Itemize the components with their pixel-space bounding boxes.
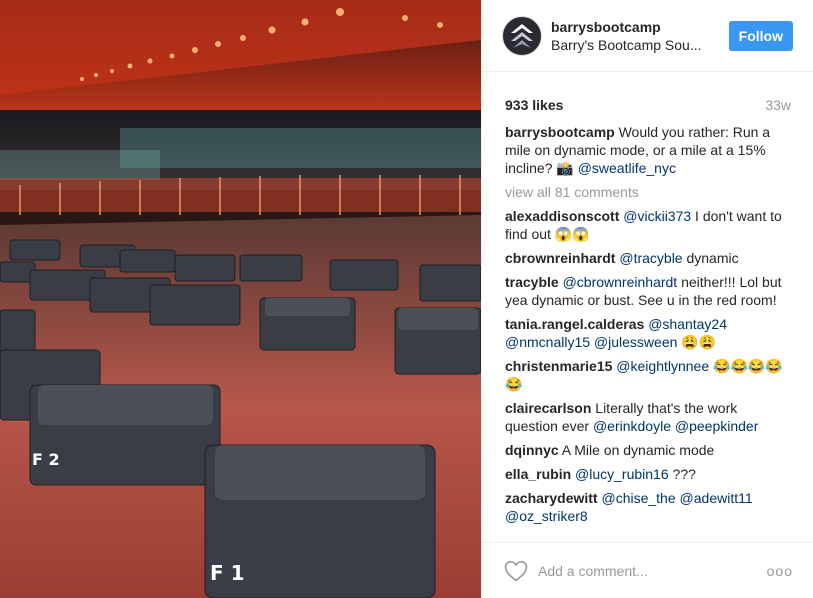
comment-username[interactable]: tracyble [505, 274, 559, 290]
comment-mention[interactable]: @shantay24 [648, 316, 727, 332]
comment-mention[interactable]: @vickii373 [623, 208, 691, 224]
comment-text: dynamic [682, 250, 739, 266]
comment-text: ??? [668, 466, 696, 482]
comment-item: zacharydewitt @chise_the @adewitt11 @oz_… [505, 489, 791, 525]
post-stats: 933 likes 33w [482, 97, 813, 113]
comment-item: cbrownreinhardt @tracyble dynamic [505, 249, 791, 267]
comment-username[interactable]: alexaddisonscott [505, 208, 619, 224]
comment-text: A Mile on dynamic mode [561, 442, 715, 458]
comment-username[interactable]: dqinnyc [505, 442, 559, 458]
header-location[interactable]: Barry's Bootcamp Sou... [551, 37, 729, 53]
comment-item: dqinnyc A Mile on dynamic mode [505, 441, 791, 459]
comment-item: tania.rangel.calderas @shantay24 @nmcnal… [505, 315, 791, 351]
comment-mention[interactable]: @oz_striker8 [505, 508, 588, 524]
step-label-f1: F 1 [210, 561, 245, 585]
comment-item: ella_rubin @lucy_rubin16 ??? [505, 465, 791, 483]
caption-tag[interactable]: @sweatlife_nyc [578, 160, 676, 176]
gym-photo-illustration: F 2 F 1 [0, 0, 481, 598]
comment-mention[interactable]: @lucy_rubin16 [575, 466, 669, 482]
post-sidebar: barrysbootcamp Barry's Bootcamp Sou... F… [481, 0, 813, 598]
comment-mention[interactable]: @adewitt11 [680, 490, 753, 506]
post-header: barrysbootcamp Barry's Bootcamp Sou... F… [482, 0, 813, 72]
comment-container: alexaddisonscott @vickii373 I don't want… [505, 207, 791, 525]
follow-button[interactable]: Follow [728, 20, 793, 51]
likes-count[interactable]: 933 likes [505, 97, 563, 113]
comment-item: christenmarie15 @keightlynnee 😂😂😂😂😂 [505, 357, 791, 393]
comment-mention[interactable]: @chise_the [601, 490, 675, 506]
comment-text: 😩😩 [677, 334, 717, 350]
step-label-f2: F 2 [32, 450, 60, 469]
barrys-logo-icon [511, 23, 533, 48]
comment-mention[interactable]: @tracyble [619, 250, 682, 266]
caption: barrysbootcamp Would you rather: Run a m… [505, 123, 791, 177]
comment-item: tracyble @cbrownreinhardt neither!!! Lol… [505, 273, 791, 309]
comment-username[interactable]: clairecarlson [505, 400, 591, 416]
comment-username[interactable]: tania.rangel.calderas [505, 316, 644, 332]
comment-mention[interactable]: @peepkinder [675, 418, 759, 434]
comment-username[interactable]: ella_rubin [505, 466, 571, 482]
comment-footer: Add a comment... ooo [482, 542, 813, 598]
post-photo[interactable]: F 2 F 1 [0, 0, 481, 598]
comment-username[interactable]: zacharydewitt [505, 490, 598, 506]
comment-item: clairecarlson Literally that's the work … [505, 399, 791, 435]
comment-mention[interactable]: @julessween [594, 334, 677, 350]
view-all-comments-link[interactable]: view all 81 comments [505, 183, 791, 201]
heart-outline-icon[interactable] [504, 560, 528, 582]
comment-mention[interactable]: @nmcnally15 [505, 334, 590, 350]
add-comment-input[interactable]: Add a comment... [538, 563, 767, 579]
comment-username[interactable]: christenmarie15 [505, 358, 612, 374]
comment-mention[interactable]: @cbrownreinhardt [563, 274, 678, 290]
header-text: barrysbootcamp Barry's Bootcamp Sou... [551, 19, 729, 53]
comment-username[interactable]: cbrownreinhardt [505, 250, 615, 266]
comment-mention[interactable]: @erinkdoyle [593, 418, 671, 434]
more-options-icon[interactable]: ooo [767, 563, 793, 579]
comments-list: barrysbootcamp Would you rather: Run a m… [482, 123, 813, 525]
comment-item: alexaddisonscott @vickii373 I don't want… [505, 207, 791, 243]
camera-emoji-icon: 📸 [556, 160, 574, 176]
caption-username[interactable]: barrysbootcamp [505, 124, 615, 140]
avatar[interactable] [502, 15, 542, 56]
comment-mention[interactable]: @keightlynnee [616, 358, 709, 374]
post-age: 33w [765, 97, 791, 113]
header-username[interactable]: barrysbootcamp [551, 19, 729, 35]
instagram-post: F 2 F 1 barrysbootcamp Barry's Bootcamp … [0, 0, 813, 598]
